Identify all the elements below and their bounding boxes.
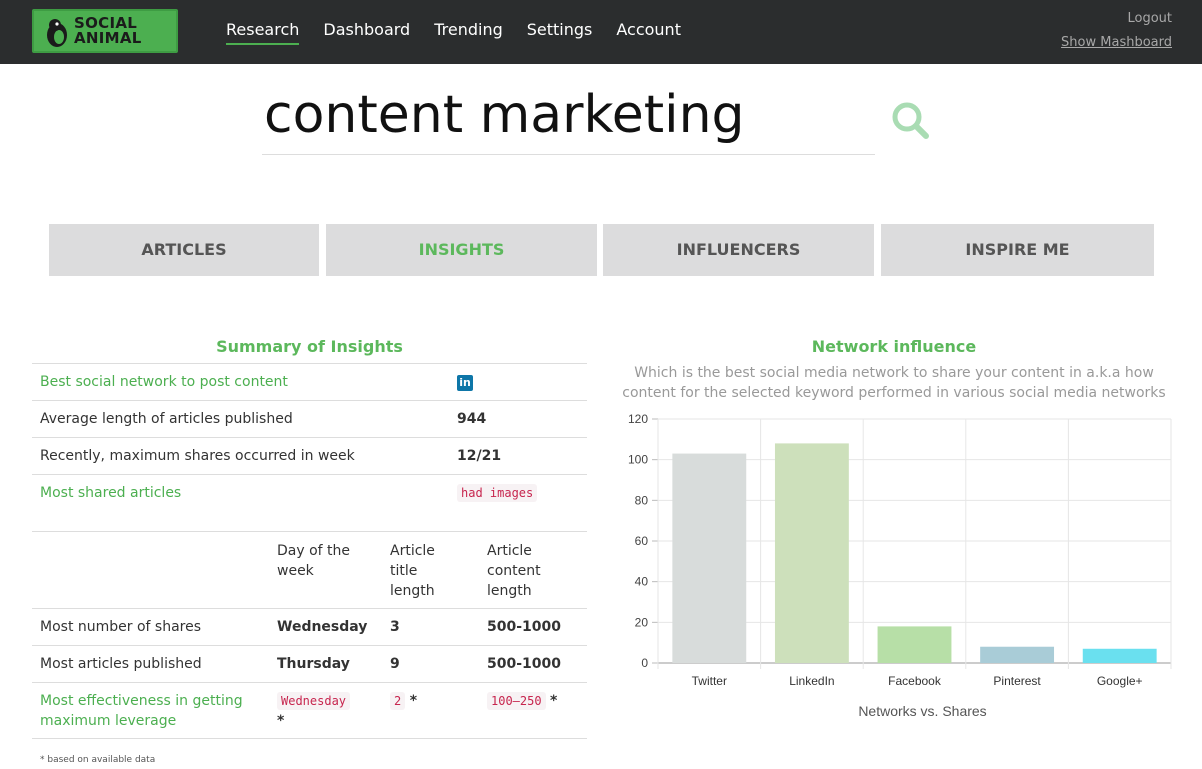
y-tick-label: 100 [628, 453, 648, 467]
show-mashboard-link[interactable]: Show Mashboard [1061, 35, 1172, 50]
footnote: * based on available data [40, 755, 156, 765]
max-shares-label: Recently, maximum shares occurred in wee… [40, 448, 355, 464]
top-navbar: SOCIAL ANIMAL Research Dashboard Trendin… [0, 0, 1202, 64]
most-shared-value: had images [457, 484, 538, 502]
x-tick-label: Twitter [692, 674, 727, 688]
social-animal-logo[interactable]: SOCIAL ANIMAL [32, 9, 178, 53]
y-tick-label: 0 [641, 656, 648, 670]
best-network-label: Best social network to post content [40, 374, 288, 390]
search-icon[interactable] [889, 99, 931, 141]
row-day-star: * [277, 713, 285, 729]
row-label: Most articles published [40, 656, 202, 672]
max-shares-value: 12/21 [457, 448, 502, 464]
row-label: Most number of shares [40, 619, 202, 635]
main-nav: Research Dashboard Trending Settings Acc… [226, 20, 705, 45]
bar-pinterest [980, 646, 1055, 663]
tab-influencers[interactable]: INFLUENCERS [603, 224, 874, 276]
logout-link[interactable]: Logout [1061, 11, 1172, 26]
x-tick-label: Facebook [888, 674, 942, 688]
row-day: Wednesday [277, 619, 368, 635]
summary-title: Summary of Insights [216, 337, 403, 356]
nav-research[interactable]: Research [226, 20, 300, 45]
x-tick-label: Pinterest [993, 674, 1041, 688]
header-day: Day of the week [277, 543, 351, 579]
x-tick-label: LinkedIn [789, 674, 834, 688]
nav-dashboard[interactable]: Dashboard [323, 20, 410, 45]
row-label: Most effectiveness in getting maximum le… [40, 693, 243, 729]
bar-twitter [672, 453, 747, 663]
summary-row-best-network: Best social network to post content in [32, 363, 587, 400]
row-content-length: 500-1000 [487, 619, 561, 635]
y-tick-label: 120 [628, 412, 648, 426]
detail-header-row: Day of the week Article title length Art… [32, 531, 587, 608]
row-title-length: 9 [390, 656, 400, 672]
x-axis-label: Networks vs. Shares [858, 703, 986, 719]
detail-row-published: Most articles published Thursday 9 500-1… [32, 645, 587, 682]
summary-row-most-shared: Most shared articles had images [32, 474, 587, 531]
detail-row-effectiveness: Most effectiveness in getting maximum le… [32, 682, 587, 739]
row-day: Wednesday [277, 692, 351, 710]
most-shared-label: Most shared articles [40, 485, 182, 501]
search-bar [262, 78, 875, 155]
y-tick-label: 80 [635, 493, 649, 507]
summary-of-insights: Summary of Insights Best social network … [32, 333, 587, 739]
header-title-length: Article title length [390, 543, 435, 599]
y-tick-label: 20 [635, 615, 649, 629]
tab-insights[interactable]: INSIGHTS [326, 224, 597, 276]
logo-text: SOCIAL ANIMAL [74, 14, 142, 47]
chart-title: Network influence [811, 337, 977, 356]
search-input[interactable] [262, 78, 862, 152]
nav-settings[interactable]: Settings [527, 20, 593, 45]
tab-inspire-me[interactable]: INSPIRE ME [881, 224, 1154, 276]
header-content-length: Article content length [487, 543, 541, 599]
avg-length-value: 944 [457, 411, 487, 427]
row-title-star: * [409, 693, 418, 709]
network-influence-chart: 0 20 40 60 80 100 120 Twitter LinkedIn Facebook Pi… [628, 412, 1172, 719]
nav-right: Logout Show Mashboard [1061, 11, 1172, 50]
chart-subtitle: Which is the best social media network t… [622, 365, 1166, 401]
summary-row-max-shares: Recently, maximum shares occurred in wee… [32, 437, 587, 474]
avg-length-label: Average length of articles published [40, 411, 293, 427]
tab-articles[interactable]: ARTICLES [49, 224, 319, 276]
row-content-length: 500-1000 [487, 656, 561, 672]
x-tick-label: Google+ [1097, 674, 1143, 688]
bar-googleplus [1082, 648, 1157, 663]
bar-linkedin [774, 443, 849, 663]
row-title-length: 2 [390, 692, 406, 710]
nav-trending[interactable]: Trending [434, 20, 503, 45]
y-tick-label: 40 [635, 575, 649, 589]
bar-facebook [877, 626, 952, 663]
linkedin-icon: in [457, 374, 473, 391]
detail-row-shares: Most number of shares Wednesday 3 500-10… [32, 608, 587, 645]
nav-account[interactable]: Account [616, 20, 681, 45]
y-tick-label: 60 [635, 534, 649, 548]
row-content-star: * [550, 693, 558, 709]
row-day: Thursday [277, 656, 350, 672]
result-tabs: ARTICLES INSIGHTS INFLUENCERS INSPIRE ME [49, 224, 1154, 276]
penguin-icon [47, 19, 67, 47]
summary-row-avg-length: Average length of articles published 944 [32, 400, 587, 437]
row-content-length: 100–250 [487, 692, 546, 710]
row-title-length: 3 [390, 619, 400, 635]
